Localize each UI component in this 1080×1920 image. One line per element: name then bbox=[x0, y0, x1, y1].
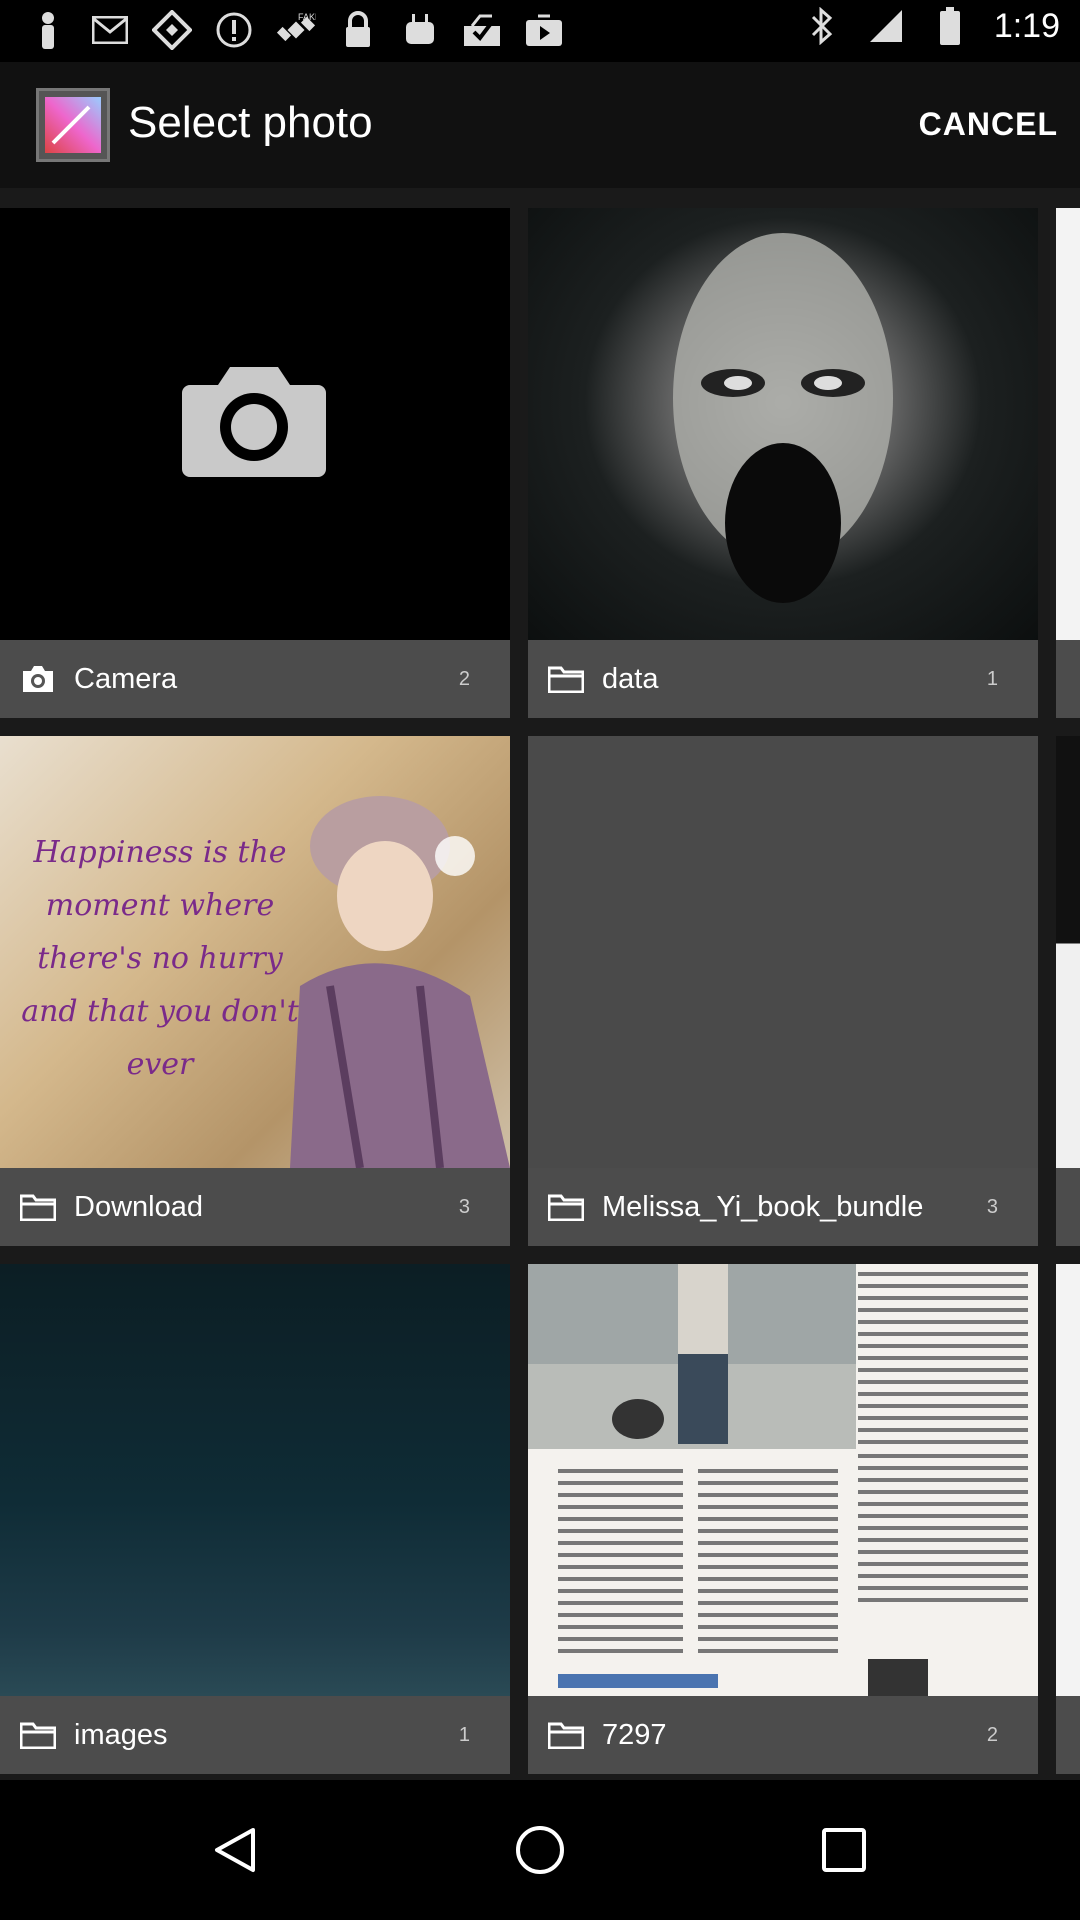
play-store-icon bbox=[524, 10, 564, 50]
recents-icon[interactable] bbox=[814, 1820, 874, 1880]
thumbnail-quote-text: Happiness is the moment where there's no… bbox=[21, 835, 299, 1082]
album-thumbnail bbox=[0, 1264, 510, 1696]
album-name: Camera bbox=[74, 662, 178, 695]
album-grid: Camera 2 data 1 Happiness is the moment … bbox=[0, 188, 1080, 1780]
album-thumbnail bbox=[528, 208, 1038, 640]
album-caption bbox=[1056, 640, 1080, 718]
album-caption: Camera 2 bbox=[0, 640, 510, 718]
album-name: data bbox=[602, 662, 659, 695]
album-thumbnail bbox=[528, 736, 1038, 1168]
navigation-bar bbox=[0, 1780, 1080, 1920]
magazine-page-image bbox=[528, 1264, 1028, 1696]
album-name: Melissa_Yi_book_bundle bbox=[602, 1190, 924, 1223]
album-caption: 7297 2 bbox=[528, 1696, 1038, 1774]
album-tile-download[interactable]: Happiness is the moment where there's no… bbox=[0, 736, 510, 1246]
album-caption bbox=[1056, 1168, 1080, 1246]
gallery-app-icon bbox=[36, 88, 110, 162]
album-name: 7297 bbox=[602, 1718, 667, 1751]
album-tile-7297[interactable]: 7297 2 bbox=[528, 1264, 1038, 1774]
diamond-icon bbox=[152, 10, 192, 50]
alert-icon bbox=[214, 10, 254, 50]
album-tile-camera[interactable]: Camera 2 bbox=[0, 208, 510, 718]
album-count: 3 bbox=[458, 1195, 470, 1218]
status-bar: FAKE 1:19 bbox=[0, 0, 1080, 62]
folder-icon bbox=[548, 665, 584, 693]
album-count: 1 bbox=[986, 667, 998, 690]
album-name: Download bbox=[74, 1190, 203, 1223]
album-count: 1 bbox=[458, 1723, 470, 1746]
album-count: 3 bbox=[986, 1195, 998, 1218]
album-caption: data 1 bbox=[528, 640, 1038, 718]
battery-icon bbox=[930, 6, 970, 46]
album-tile-partial[interactable] bbox=[1056, 736, 1080, 1246]
folder-icon bbox=[548, 1193, 584, 1221]
album-thumbnail bbox=[0, 208, 510, 640]
page-title: Select photo bbox=[128, 98, 373, 147]
fake-gps-icon: FAKE bbox=[276, 10, 316, 50]
cancel-button[interactable]: CANCEL bbox=[919, 106, 1058, 143]
folder-icon bbox=[548, 1721, 584, 1749]
system-icons: 1:19 bbox=[802, 6, 1060, 46]
album-caption: Download 3 bbox=[0, 1168, 510, 1246]
clock: 1:19 bbox=[993, 6, 1060, 45]
album-thumbnail bbox=[1056, 736, 1080, 1168]
svg-text:FAKE: FAKE bbox=[298, 12, 316, 22]
bluetooth-icon bbox=[802, 6, 842, 46]
person-icon bbox=[28, 10, 68, 50]
album-tile-melissa-yi-book-bundle[interactable]: Melissa_Yi_book_bundle 3 bbox=[528, 736, 1038, 1246]
album-tile-data[interactable]: data 1 bbox=[528, 208, 1038, 718]
album-count: 2 bbox=[458, 667, 470, 690]
face-image bbox=[673, 233, 893, 603]
album-thumbnail: Happiness is the moment where there's no… bbox=[0, 736, 510, 1168]
home-icon[interactable] bbox=[510, 1820, 570, 1880]
android-icon bbox=[400, 10, 440, 50]
album-name: images bbox=[74, 1718, 168, 1751]
album-caption: images 1 bbox=[0, 1696, 510, 1774]
action-bar: Select photo CANCEL bbox=[0, 62, 1080, 188]
notification-icons: FAKE bbox=[28, 10, 564, 50]
album-tile-images[interactable]: images 1 bbox=[0, 1264, 510, 1774]
camera-placeholder-icon bbox=[182, 367, 326, 477]
album-tile-partial[interactable] bbox=[1056, 208, 1080, 718]
lock-icon bbox=[338, 10, 378, 50]
download-check-icon bbox=[462, 10, 502, 50]
mail-icon bbox=[90, 10, 130, 50]
album-thumbnail bbox=[528, 1264, 1038, 1696]
folder-icon bbox=[20, 1721, 56, 1749]
album-caption bbox=[1056, 1696, 1080, 1774]
camera-icon bbox=[20, 665, 56, 693]
album-count: 2 bbox=[986, 1723, 998, 1746]
folder-icon bbox=[20, 1193, 56, 1221]
back-icon[interactable] bbox=[205, 1820, 265, 1880]
album-tile-partial[interactable] bbox=[1056, 1264, 1080, 1774]
album-caption: Melissa_Yi_book_bundle 3 bbox=[528, 1168, 1038, 1246]
album-thumbnail bbox=[1056, 1264, 1080, 1696]
album-thumbnail bbox=[1056, 208, 1080, 640]
signal-icon bbox=[866, 6, 906, 46]
